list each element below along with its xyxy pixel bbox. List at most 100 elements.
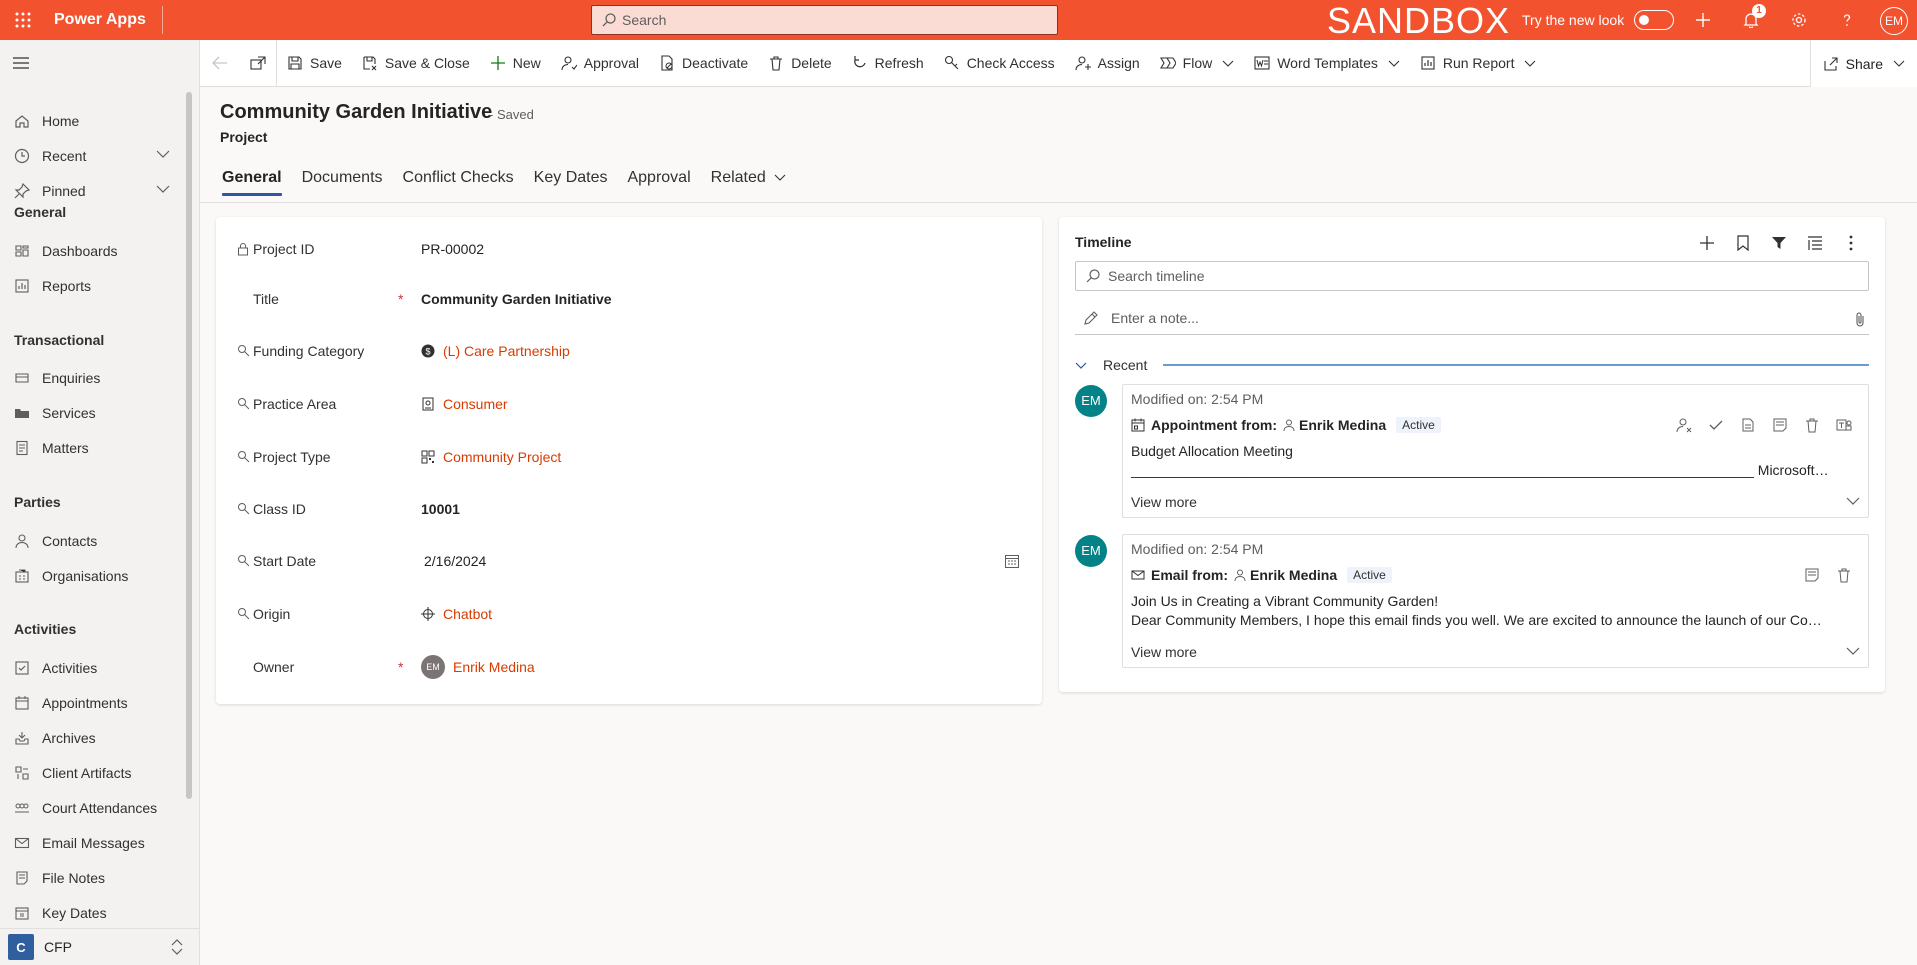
nav-item-file-notes[interactable]: File Notes [0, 861, 185, 895]
app-launcher-icon[interactable] [0, 0, 46, 40]
timeline-item-email[interactable]: Modified on: 2:54 PM Email from: Enrik M… [1122, 534, 1869, 668]
nav-item-activities[interactable]: Activities [0, 651, 185, 685]
tab-approval[interactable]: Approval [617, 158, 700, 198]
view-more-link[interactable]: View more [1131, 494, 1197, 510]
checkmark-icon[interactable] [1700, 413, 1732, 437]
help-icon[interactable] [1829, 0, 1865, 40]
nav-item-recent[interactable]: Recent [0, 139, 185, 173]
area-switcher[interactable]: C CFP [0, 928, 199, 965]
sender-link[interactable]: Enrik Medina [1283, 417, 1386, 433]
back-button[interactable] [200, 40, 240, 87]
run-report-button[interactable]: Run Report [1410, 40, 1547, 87]
project-type-lookup[interactable]: Community Project [421, 449, 561, 465]
funding-category-lookup[interactable]: $ (L) Care Partnership [421, 343, 570, 359]
global-search-input[interactable]: Search [591, 5, 1058, 35]
nav-item-enquiries[interactable]: Enquiries [0, 361, 185, 395]
nav-item-dashboards[interactable]: Dashboards [0, 234, 185, 268]
assign-person-icon[interactable] [1668, 413, 1700, 437]
people-icon [14, 800, 30, 816]
nav-item-services[interactable]: Services [0, 396, 185, 430]
nav-item-court-attendances[interactable]: Court Attendances [0, 791, 185, 825]
title-input[interactable]: Community Garden Initiative [421, 291, 612, 307]
hamburger-menu-icon[interactable] [13, 56, 29, 70]
list-sort-icon[interactable] [1797, 231, 1833, 255]
save-button[interactable]: Save [277, 40, 352, 87]
nav-item-email-messages[interactable]: Email Messages [0, 826, 185, 860]
bookmark-icon[interactable] [1725, 231, 1761, 255]
nav-item-matters[interactable]: Matters [0, 431, 185, 465]
timeline-title: Timeline [1075, 234, 1132, 250]
practice-area-lookup[interactable]: Consumer [421, 396, 508, 412]
new-label: New [512, 55, 541, 71]
check-access-button[interactable]: Check Access [934, 40, 1065, 87]
field-label: Title [253, 291, 279, 307]
share-button[interactable]: Share [1809, 40, 1917, 87]
nav-item-appointments[interactable]: Appointments [0, 686, 185, 720]
nav-scrollbar[interactable] [186, 92, 192, 799]
notifications-icon[interactable]: 1 [1733, 0, 1769, 40]
save-close-button[interactable]: Save & Close [352, 40, 480, 87]
trash-icon[interactable] [1828, 563, 1860, 587]
note-input[interactable]: Enter a note... [1075, 301, 1869, 335]
nav-item-label: File Notes [42, 870, 106, 886]
new-icon[interactable] [1685, 0, 1721, 40]
nav-item-organisations[interactable]: Organisations [0, 559, 185, 593]
nav-item-home[interactable]: Home [0, 104, 185, 138]
open-new-window-button[interactable] [240, 40, 276, 87]
refresh-button[interactable]: Refresh [842, 40, 934, 87]
check-access-label: Check Access [966, 55, 1055, 71]
assign-button[interactable]: Assign [1065, 40, 1150, 87]
chevron-down-icon[interactable] [156, 185, 170, 193]
nav-item-archives[interactable]: Archives [0, 721, 185, 755]
tab-key-dates[interactable]: Key Dates [524, 158, 618, 198]
view-more-link[interactable]: View more [1131, 644, 1197, 660]
timeline-search-input[interactable]: Search timeline [1075, 261, 1869, 291]
app-name[interactable]: Power Apps [46, 6, 163, 34]
teams-icon[interactable] [1828, 413, 1860, 437]
trash-icon[interactable] [1796, 413, 1828, 437]
chevron-down-icon[interactable] [1846, 647, 1860, 655]
start-date-input[interactable]: 2/16/2024 [424, 553, 486, 569]
settings-icon[interactable] [1781, 0, 1817, 40]
add-icon[interactable] [1689, 231, 1725, 255]
chevron-down-icon[interactable] [1846, 497, 1860, 505]
delete-button[interactable]: Delete [758, 40, 841, 87]
tab-documents[interactable]: Documents [292, 158, 393, 198]
filter-icon[interactable] [1761, 231, 1797, 255]
nav-item-contacts[interactable]: Contacts [0, 524, 185, 558]
chevron-down-icon[interactable] [156, 150, 170, 158]
approval-button[interactable]: Approval [551, 40, 649, 87]
nav-item-reports[interactable]: Reports [0, 269, 185, 303]
sender-link[interactable]: Enrik Medina [1234, 567, 1337, 583]
nav-item-client-artifacts[interactable]: Client Artifacts [0, 756, 185, 790]
tab-general[interactable]: General [212, 158, 292, 198]
owner-lookup[interactable]: EM Enrik Medina [421, 655, 535, 679]
user-avatar[interactable]: EM [1880, 7, 1908, 35]
deactivate-button[interactable]: Deactivate [649, 40, 758, 87]
note-icon[interactable] [1796, 563, 1828, 587]
origin-lookup[interactable]: Chatbot [421, 606, 492, 622]
open-record-icon[interactable] [1732, 413, 1764, 437]
new-button[interactable]: New [480, 40, 551, 87]
more-options-icon[interactable] [1833, 231, 1869, 255]
nav-item-key-dates[interactable]: Key Dates [0, 896, 185, 930]
timeline-item-appointment[interactable]: Modified on: 2:54 PM Appointment from: E… [1122, 384, 1869, 518]
owner-avatar: EM [421, 655, 445, 679]
recent-group-header[interactable]: Recent [1075, 355, 1869, 375]
field-label-text: Origin [253, 606, 291, 622]
word-templates-button[interactable]: Word Templates [1244, 40, 1410, 87]
tab-related[interactable]: Related [701, 158, 796, 198]
new-look-toggle[interactable] [1634, 10, 1675, 30]
note-icon [14, 870, 30, 886]
field-label: Funding Category [238, 343, 364, 359]
note-icon[interactable] [1764, 413, 1796, 437]
field-funding-category: Funding Category $ (L) Care Partnership [216, 334, 1042, 368]
calendar-icon[interactable] [1004, 553, 1020, 569]
recent-divider [1163, 364, 1869, 366]
tab-conflict-checks[interactable]: Conflict Checks [393, 158, 524, 198]
field-owner: Owner * EM Enrik Medina [216, 650, 1042, 684]
class-id-input[interactable]: 10001 [421, 501, 460, 517]
flow-button[interactable]: Flow [1150, 40, 1245, 87]
nav-item-pinned[interactable]: Pinned [0, 174, 185, 208]
attachment-icon[interactable] [1855, 311, 1865, 327]
